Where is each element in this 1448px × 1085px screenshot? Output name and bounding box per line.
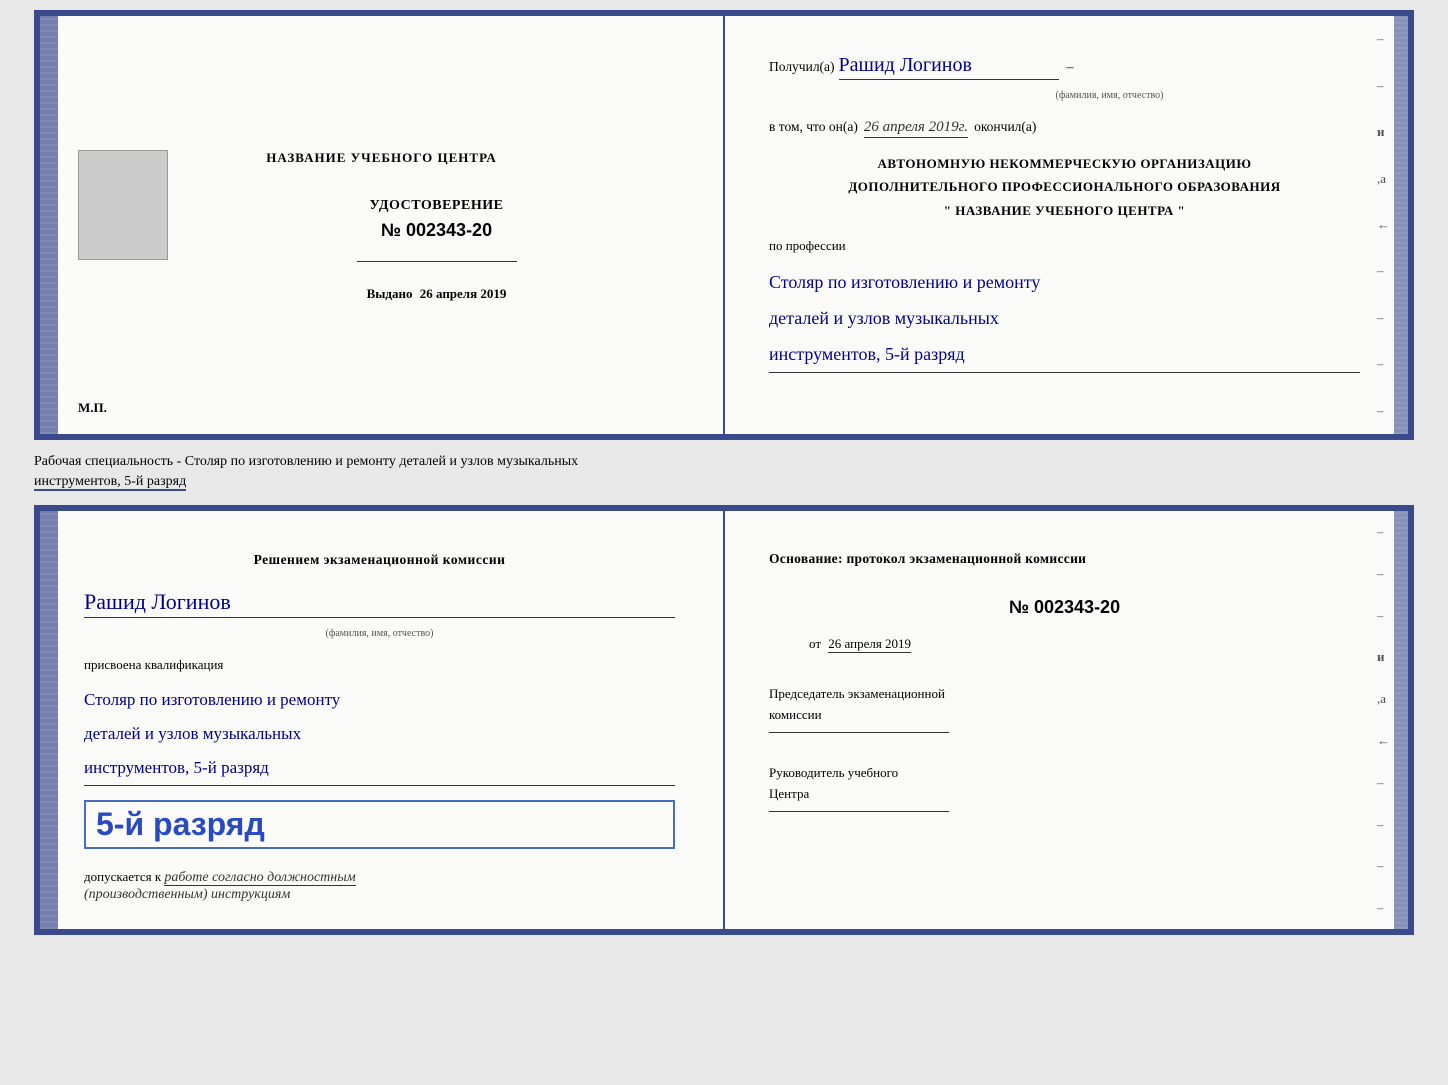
vydano-date: 26 апреля 2019 <box>420 286 507 301</box>
document-container: НАЗВАНИЕ УЧЕБНОГО ЦЕНТРА УДОСТОВЕРЕНИЕ №… <box>10 10 1438 935</box>
dopuskaetsya-label: допускается к <box>84 869 161 884</box>
right-panel-content: Получил(а) Рашид Логинов – (фамилия, имя… <box>749 36 1384 385</box>
org-line1: АВТОНОМНУЮ НЕКОММЕРЧЕСКУЮ ОРГАНИЗАЦИЮ <box>769 152 1360 175</box>
bottom-prof-line1: Столяр по изготовлению и ремонту <box>84 683 675 717</box>
org-text: АВТОНОМНУЮ НЕКОММЕРЧЕСКУЮ ОРГАНИЗАЦИЮ ДО… <box>769 152 1360 222</box>
instruktsii-text: (производственным) инструкциям <box>84 887 290 902</box>
prof-line2: деталей и узлов музыкальных <box>769 300 1360 336</box>
prof-line3: инструментов, 5-й разряд <box>769 336 1360 372</box>
fio-label-bottom: (фамилия, имя, отчество) <box>84 628 675 639</box>
poluchil-row: Получил(а) Рашид Логинов – <box>769 54 1360 80</box>
predsedatel-line2: комиссии <box>769 705 1360 726</box>
profession-label: по профессии <box>769 238 1360 254</box>
bottom-side-dashes: – – – и ,а ← – – – – <box>1377 511 1390 929</box>
specialty-label: Рабочая специальность - Столяр по изгото… <box>34 448 1414 495</box>
rukovoditel-signature-line <box>769 811 949 812</box>
mp-label: М.П. <box>78 400 107 416</box>
fio-label-top: (фамилия, имя, отчество) <box>859 90 1360 101</box>
vtom-row: в том, что он(а) 26 апреля 2019г. окончи… <box>769 119 1360 138</box>
prof-line1: Столяр по изготовлению и ремонту <box>769 264 1360 300</box>
profession-handwritten: Столяр по изготовлению и ремонту деталей… <box>769 264 1360 373</box>
bottom-prof-line3: инструментов, 5-й разряд <box>84 751 675 785</box>
bottom-doc-right: Основание: протокол экзаменационной коми… <box>725 511 1408 929</box>
razryad-big: 5-й разряд <box>96 806 265 842</box>
prisvoena-label: присвоена квалификация <box>84 657 675 673</box>
doc-number: № 002343-20 <box>381 220 492 241</box>
okonchil-label: окончил(а) <box>974 119 1036 135</box>
predsedatel-signature-line <box>769 732 949 733</box>
dopuskaetsya-row: допускается к работе согласно должностны… <box>84 869 675 903</box>
texture-left <box>40 16 58 434</box>
side-dashes: – – и ,а ← – – – – <box>1377 16 1390 434</box>
dash: – <box>1067 60 1074 76</box>
recipient-name: Рашид Логинов <box>839 54 1059 80</box>
bottom-recipient-name: Рашид Логинов <box>84 589 675 618</box>
bottom-doc-left: Решением экзаменационной комиссии Рашид … <box>40 511 725 929</box>
bottom-document: Решением экзаменационной комиссии Рашид … <box>34 505 1414 935</box>
center-title: НАЗВАНИЕ УЧЕБНОГО ЦЕНТРА <box>266 148 497 168</box>
specialty-text2: инструментов, 5-й разряд <box>34 474 186 491</box>
ot-date: 26 апреля 2019 <box>828 636 911 653</box>
top-document: НАЗВАНИЕ УЧЕБНОГО ЦЕНТРА УДОСТОВЕРЕНИЕ №… <box>34 10 1414 440</box>
rabota-text: работе согласно должностным <box>164 870 355 886</box>
osnov-header: Основание: протокол экзаменационной коми… <box>769 549 1360 569</box>
komissia-header: Решением экзаменационной комиссии <box>84 549 675 571</box>
texture-right <box>1394 16 1408 434</box>
predsedatel-block: Председатель экзаменационной комиссии <box>769 684 1360 733</box>
left-panel-content: НАЗВАНИЕ УЧЕБНОГО ЦЕНТРА УДОСТОВЕРЕНИЕ №… <box>64 36 699 414</box>
protocol-number: № 002343-20 <box>769 597 1360 618</box>
bottom-right-content: Основание: протокол экзаменационной коми… <box>749 531 1384 823</box>
rukovoditel-line2: Центра <box>769 784 1360 805</box>
udostoverenie-label: УДОСТОВЕРЕНИЕ <box>370 198 504 214</box>
poluchil-label: Получил(а) <box>769 59 835 75</box>
vydano-row: Выдано 26 апреля 2019 <box>367 286 507 302</box>
proto-number: 002343-20 <box>1034 597 1120 617</box>
org-line3: " НАЗВАНИЕ УЧЕБНОГО ЦЕНТРА " <box>769 199 1360 222</box>
org-line2: ДОПОЛНИТЕЛЬНОГО ПРОФЕССИОНАЛЬНОГО ОБРАЗО… <box>769 175 1360 198</box>
ot-row: от 26 апреля 2019 <box>809 636 1360 652</box>
bottom-left-content: Решением экзаменационной комиссии Рашид … <box>64 531 699 915</box>
texture-left-bottom <box>40 511 58 929</box>
vydano-label: Выдано <box>367 286 413 301</box>
bottom-profession: Столяр по изготовлению и ремонту деталей… <box>84 683 675 786</box>
completion-date: 26 апреля 2019г. <box>864 119 968 138</box>
vtom-text: в том, что он(а) <box>769 119 858 135</box>
razryad-box: 5-й разряд <box>84 800 675 849</box>
bottom-prof-line2: деталей и узлов музыкальных <box>84 717 675 751</box>
number-prefix: № <box>381 220 401 240</box>
texture-right-bottom <box>1394 511 1408 929</box>
photo-placeholder <box>78 150 168 260</box>
proto-prefix: № <box>1009 597 1029 617</box>
specialty-text: Рабочая специальность - Столяр по изгото… <box>34 454 578 469</box>
predsedatel-line1: Председатель экзаменационной <box>769 684 1360 705</box>
rukovoditel-block: Руководитель учебного Центра <box>769 763 1360 812</box>
ot-prefix: от <box>809 636 821 651</box>
top-doc-right: Получил(а) Рашид Логинов – (фамилия, имя… <box>725 16 1408 434</box>
top-doc-left: НАЗВАНИЕ УЧЕБНОГО ЦЕНТРА УДОСТОВЕРЕНИЕ №… <box>40 16 725 434</box>
rukovoditel-line1: Руководитель учебного <box>769 763 1360 784</box>
number-value: 002343-20 <box>406 220 492 240</box>
